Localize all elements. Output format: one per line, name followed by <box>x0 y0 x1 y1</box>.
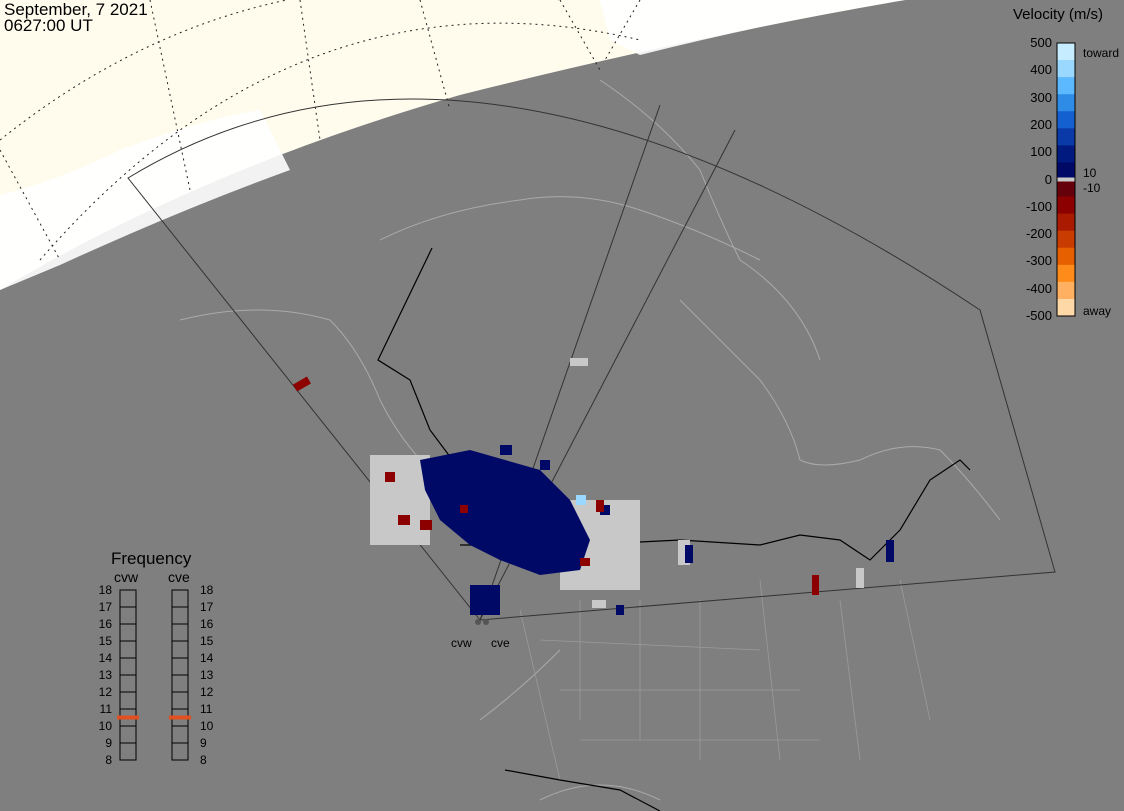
colorbar-segment <box>1057 247 1075 266</box>
frequency-panel <box>117 589 191 761</box>
colorbar-segment <box>1057 179 1075 198</box>
frequency-scale-label-left: 13 <box>98 668 112 682</box>
daylight-ocean-2 <box>600 0 905 55</box>
colorbar-tick-label: 300 <box>1030 89 1052 105</box>
radar-label-cve: cve <box>168 569 190 585</box>
frequency-cell <box>171 742 189 761</box>
frequency-cell <box>119 742 137 761</box>
colorbar-segment <box>1057 94 1075 112</box>
frequency-cell <box>119 725 137 744</box>
colorbar-tick-label: -400 <box>1025 280 1052 296</box>
colorbar-segment <box>1057 43 1075 61</box>
pos-threshold-label: 10 <box>1083 166 1097 180</box>
frequency-marker-cvw <box>117 715 139 720</box>
colorbar-segment <box>1057 60 1075 78</box>
frequency-cell <box>171 640 189 659</box>
frequency-cell <box>171 606 189 625</box>
frequency-scale-label-left: 15 <box>98 634 112 648</box>
colorbar-segment <box>1057 196 1075 215</box>
frequency-scale-label-right: 8 <box>200 753 207 767</box>
frequency-cell <box>171 589 189 608</box>
colorbar-tick-label: 0 <box>1044 171 1052 187</box>
frequency-scale-label-left: 16 <box>98 617 112 631</box>
colorbar-title: Velocity (m/s) <box>1013 6 1104 23</box>
frequency-cell <box>171 674 189 693</box>
site-marker-cvw <box>475 619 481 625</box>
colorbar-tick-label: -500 <box>1025 308 1052 323</box>
frequency-scale-label-right: 18 <box>200 583 214 597</box>
velocity-cells-fast <box>576 495 586 505</box>
colorbar-segment <box>1057 281 1075 300</box>
site-label-cvw: cvw <box>451 636 472 650</box>
frequency-scale-label-left: 10 <box>98 719 112 733</box>
colorbar-segment <box>1057 298 1075 317</box>
frequency-cell <box>119 657 137 676</box>
frequency-cell <box>171 725 189 744</box>
frequency-cell <box>119 606 137 625</box>
frequency-cell <box>119 589 137 608</box>
colorbar-segment <box>1057 128 1075 146</box>
colorbar-tick-label: 400 <box>1030 62 1052 78</box>
frequency-title: Frequency <box>111 549 192 568</box>
frequency-scale-label-left: 18 <box>98 583 112 597</box>
colorbar-segment <box>1057 213 1075 232</box>
frequency-scale-label-right: 16 <box>200 617 214 631</box>
away-label: away <box>1083 304 1112 318</box>
radar-label-cvw: cvw <box>114 569 139 585</box>
frequency-cell <box>171 691 189 710</box>
frequency-scale-label-left: 12 <box>98 685 112 699</box>
colorbar-tick-label: 500 <box>1030 35 1052 50</box>
neg-threshold-label: -10 <box>1083 181 1101 195</box>
colorbar-ground-scatter <box>1057 177 1075 182</box>
frequency-scale-label-left: 11 <box>99 702 112 716</box>
frequency-scale-label-right: 9 <box>200 736 207 750</box>
frequency-scale-label-right: 11 <box>200 702 213 716</box>
frequency-marker-cve <box>169 715 191 720</box>
frequency-cell <box>119 691 137 710</box>
colorbar-segment <box>1057 230 1075 249</box>
frequency-scale-label-right: 14 <box>200 651 214 665</box>
frequency-scale-label-right: 15 <box>200 634 214 648</box>
colorbar-tick-label: -100 <box>1025 198 1052 214</box>
frequency-cell <box>119 623 137 642</box>
frequency-cell <box>119 640 137 659</box>
colorbar-segment <box>1057 145 1075 163</box>
colorbar-tick-label: 100 <box>1030 144 1052 160</box>
colorbar-tick-label: -300 <box>1025 253 1052 269</box>
colorbar-segment <box>1057 162 1075 180</box>
frequency-scale-label-right: 12 <box>200 685 214 699</box>
frequency-scale-label-left: 9 <box>105 736 112 750</box>
frequency-scale-label-right: 17 <box>200 600 214 614</box>
site-label-cve: cve <box>491 636 510 650</box>
frequency-scale-label-right: 13 <box>200 668 214 682</box>
colorbar-tick-label: 200 <box>1030 116 1052 132</box>
frequency-scale-label-left: 14 <box>98 651 112 665</box>
site-marker-cve <box>483 619 489 625</box>
frequency-cell <box>171 623 189 642</box>
radar-map <box>0 0 1076 811</box>
coastlines <box>179 79 1001 801</box>
frequency-cell <box>171 657 189 676</box>
colorbar-segment <box>1057 111 1075 129</box>
colorbar-tick-label: -200 <box>1025 226 1052 242</box>
velocity-colorbar <box>1056 42 1076 317</box>
velocity-cells-toward <box>420 445 894 615</box>
colorbar-segment <box>1057 264 1075 283</box>
frequency-cell <box>119 674 137 693</box>
frequency-scale-label-left: 8 <box>105 753 112 767</box>
time-label: 0627:00 UT <box>4 16 93 35</box>
frequency-scale-label-left: 17 <box>98 600 112 614</box>
frequency-scale-label-right: 10 <box>200 719 214 733</box>
colorbar-segment <box>1057 77 1075 95</box>
boundaries <box>519 579 931 781</box>
toward-label: toward <box>1083 46 1120 60</box>
